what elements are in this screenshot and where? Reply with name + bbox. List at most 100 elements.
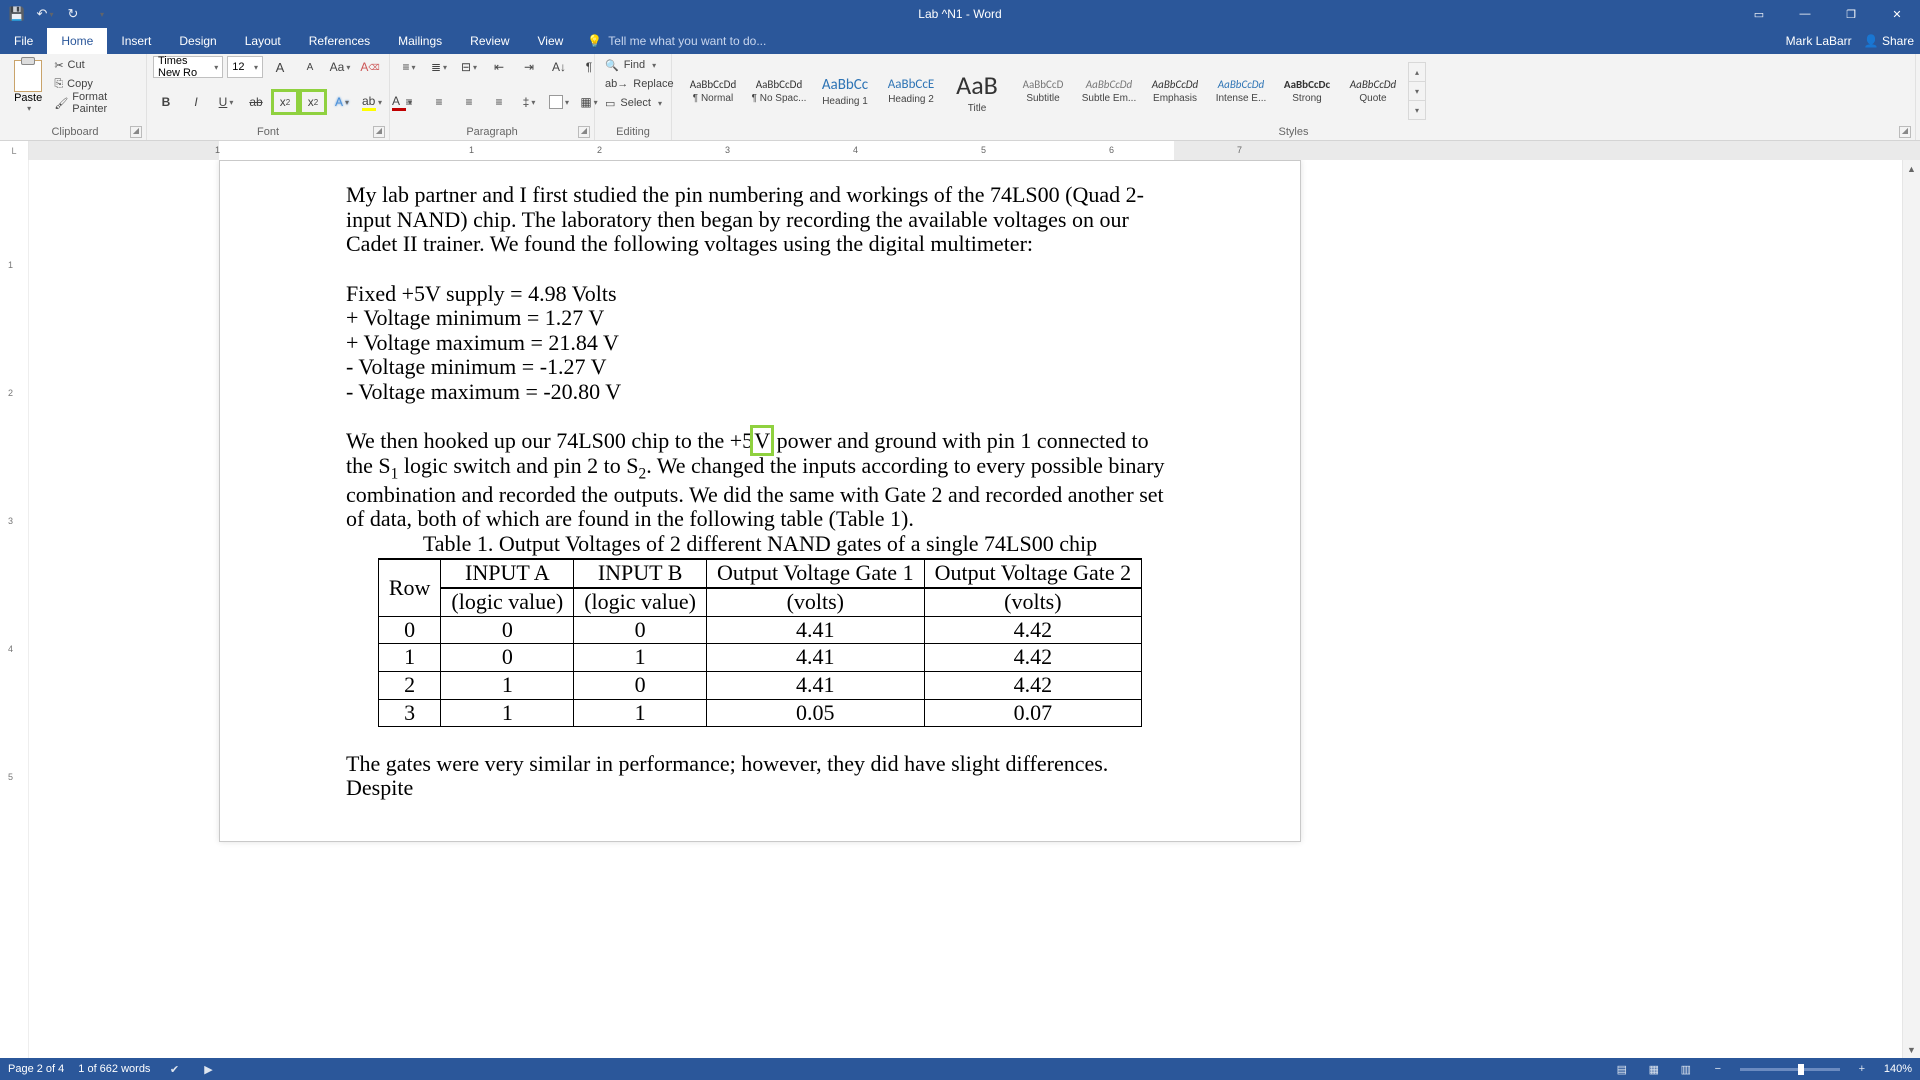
horizontal-ruler[interactable]: 1 1 2 3 4 5 6 7 [29,141,1920,161]
style-item[interactable]: AaBbCcDdIntense E... [1208,62,1274,120]
zoom-slider-thumb[interactable] [1798,1064,1804,1075]
subscript-button[interactable]: x2 [273,91,297,113]
share-button[interactable]: 👤 Share [1864,34,1914,48]
scroll-down-arrow-icon[interactable]: ▼ [1903,1041,1920,1058]
bold-button[interactable]: B [153,91,179,113]
zoom-slider[interactable] [1740,1068,1840,1071]
body-text[interactable]: + Voltage minimum = 1.27 V [346,306,1174,331]
page-viewport[interactable]: My lab partner and I first studied the p… [29,160,1920,1058]
table-header[interactable]: (logic value) [441,588,574,616]
tell-me-search[interactable]: 💡 Tell me what you want to do... [577,28,766,54]
status-page[interactable]: Page 2 of 4 [8,1063,64,1075]
tab-review[interactable]: Review [456,28,523,54]
tab-file[interactable]: File [0,28,47,54]
close-button[interactable]: ✕ [1874,0,1920,28]
table-cell[interactable]: 1 [441,671,574,699]
paste-button[interactable]: Paste ▾ [10,56,46,116]
table-row[interactable]: 0004.414.42 [378,616,1141,644]
font-name-combo[interactable]: Times New Ro▾ [153,56,223,78]
table-caption[interactable]: Table 1. Output Voltages of 2 different … [346,532,1174,557]
font-size-combo[interactable]: 12▾ [227,56,263,78]
maximize-button[interactable]: ❐ [1828,0,1874,28]
justify-button[interactable]: ≡ [486,91,512,113]
tab-design[interactable]: Design [165,28,230,54]
line-spacing-button[interactable]: ‡▾ [516,91,542,113]
tab-references[interactable]: References [295,28,384,54]
styles-scroll-arrow-icon[interactable]: ▴ [1409,63,1425,82]
zoom-in-button[interactable]: + [1852,1061,1872,1077]
zoom-level[interactable]: 140% [1884,1063,1912,1075]
sort-button[interactable]: A↓ [546,56,572,78]
body-text[interactable]: My lab partner and I first studied the p… [346,183,1174,257]
table-cell[interactable]: 1 [378,644,441,672]
style-item[interactable]: AaBbCcDdSubtle Em... [1076,62,1142,120]
style-item[interactable]: AaBbCcDcStrong [1274,62,1340,120]
scroll-track[interactable] [1903,177,1920,1041]
document-page[interactable]: My lab partner and I first studied the p… [219,160,1301,842]
change-case-button[interactable]: Aa▾ [327,56,353,78]
body-text[interactable]: - Voltage minimum = -1.27 V [346,355,1174,380]
text-cursor-selection[interactable]: V [753,428,771,453]
table-header[interactable]: (logic value) [574,588,707,616]
table-cell[interactable]: 0.07 [924,699,1142,727]
macro-icon[interactable]: ▶ [198,1061,218,1077]
superscript-button[interactable]: x2 [301,91,325,113]
table-cell[interactable]: 0 [441,616,574,644]
table-row[interactable]: 3110.050.07 [378,699,1141,727]
print-layout-icon[interactable]: ▦ [1644,1061,1664,1077]
table-cell[interactable]: 4.42 [924,616,1142,644]
table-cell[interactable]: 0 [574,671,707,699]
style-item[interactable]: AaBbCcDSubtitle [1010,62,1076,120]
table-cell[interactable]: 4.42 [924,644,1142,672]
table-cell[interactable]: 4.41 [707,671,925,699]
table-cell[interactable]: 1 [441,699,574,727]
select-button[interactable]: ▭ Select▾ [601,94,665,112]
style-item[interactable]: AaBbCcDdEmphasis [1142,62,1208,120]
font-dialog-launcher[interactable]: ◢ [373,126,385,138]
shading-button[interactable]: ▾ [546,91,572,113]
body-text[interactable]: - Voltage maximum = -20.80 V [346,380,1174,405]
table-cell[interactable]: 0 [378,616,441,644]
style-item[interactable]: AaBbCcDd¶ No Spac... [746,62,812,120]
cut-button[interactable]: ✂ Cut [50,56,140,74]
style-item[interactable]: AaBbCcHeading 1 [812,62,878,120]
minimize-button[interactable]: — [1782,0,1828,28]
web-layout-icon[interactable]: ▥ [1676,1061,1696,1077]
undo-icon[interactable]: ↶▾ [36,5,54,23]
italic-button[interactable]: I [183,91,209,113]
grow-font-button[interactable]: A [267,56,293,78]
table-cell[interactable]: 1 [574,644,707,672]
ruler-corner[interactable]: L [0,141,29,161]
save-icon[interactable]: 💾 [8,5,26,23]
table-header[interactable]: (volts) [924,588,1142,616]
table-cell[interactable]: 0 [574,616,707,644]
table-header[interactable]: Output Voltage Gate 1 [707,559,925,588]
align-center-button[interactable]: ≡ [426,91,452,113]
align-right-button[interactable]: ≡ [456,91,482,113]
styles-scroll[interactable]: ▴▾▾ [1408,62,1426,120]
scroll-up-arrow-icon[interactable]: ▲ [1903,160,1920,177]
style-item[interactable]: AaBTitle [944,62,1010,120]
body-text[interactable]: + Voltage maximum = 21.84 V [346,331,1174,356]
style-item[interactable]: AaBbCcEHeading 2 [878,62,944,120]
tab-view[interactable]: View [524,28,578,54]
replace-button[interactable]: ab→ Replace [601,75,665,93]
table-cell[interactable]: 0 [441,644,574,672]
table-header[interactable]: Row [378,559,441,616]
styles-dialog-launcher[interactable]: ◢ [1899,126,1911,138]
table-cell[interactable]: 4.41 [707,616,925,644]
zoom-out-button[interactable]: − [1708,1061,1728,1077]
table-header[interactable]: (volts) [707,588,925,616]
style-item[interactable]: AaBbCcDd¶ Normal [680,62,746,120]
qat-customize-icon[interactable]: ▾ [92,5,110,23]
tab-insert[interactable]: Insert [107,28,165,54]
format-painter-button[interactable]: 🖌 Format Painter [50,94,140,112]
vertical-scrollbar[interactable]: ▲ ▼ [1902,160,1920,1058]
status-word-count[interactable]: 1 of 662 words [78,1063,150,1075]
redo-icon[interactable]: ↻ [64,5,82,23]
table-cell[interactable]: 3 [378,699,441,727]
table-cell[interactable]: 0.05 [707,699,925,727]
table-row[interactable]: 1014.414.42 [378,644,1141,672]
table-header[interactable]: Output Voltage Gate 2 [924,559,1142,588]
increase-indent-button[interactable]: ⇥ [516,56,542,78]
